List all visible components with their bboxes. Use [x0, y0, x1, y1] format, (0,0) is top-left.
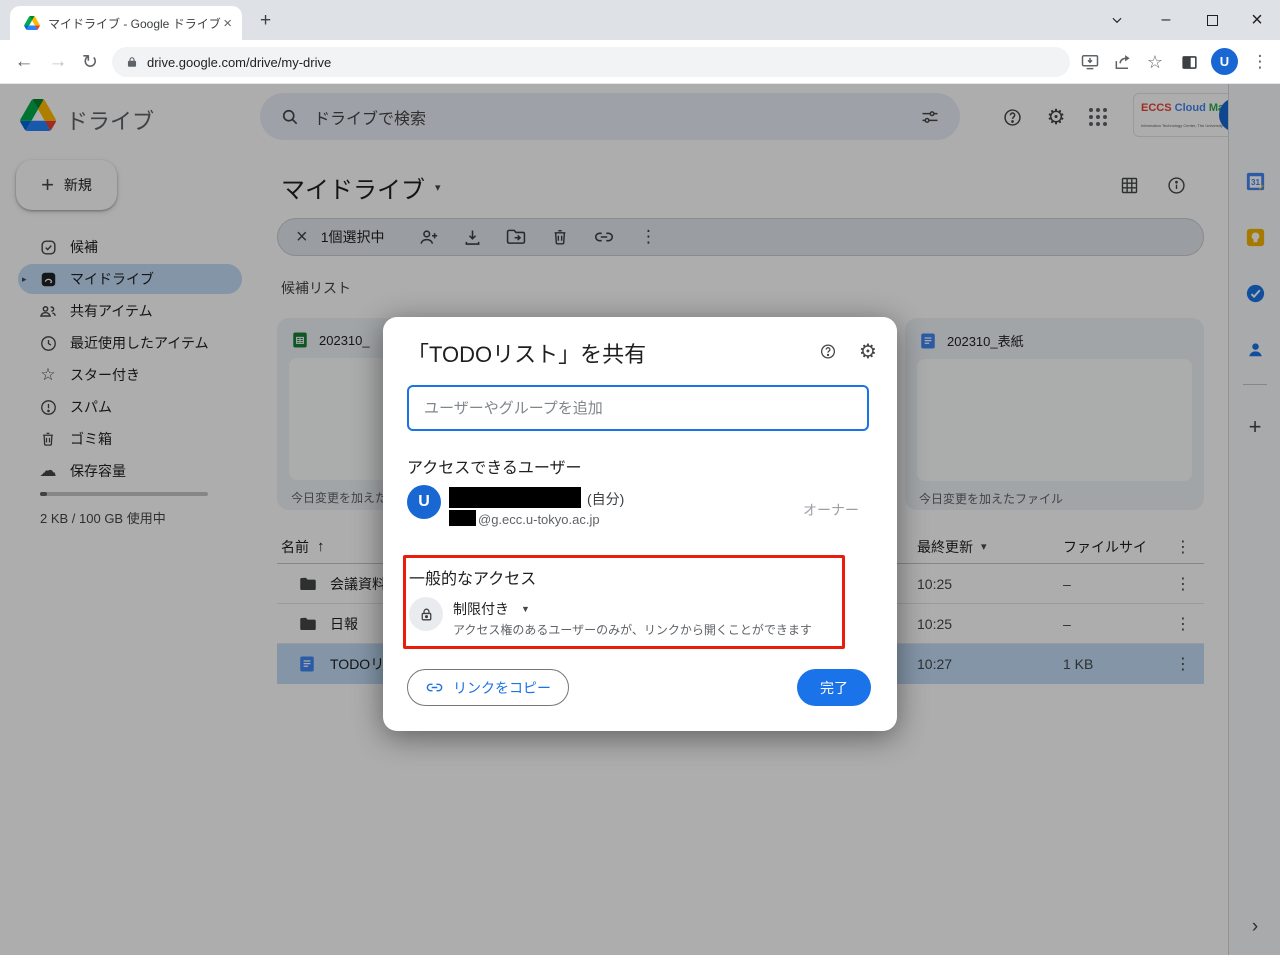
- reload-button[interactable]: ↻: [74, 40, 106, 84]
- address-bar[interactable]: drive.google.com/drive/my-drive: [112, 47, 1070, 77]
- browser-menu-icon[interactable]: ⋮: [1244, 40, 1276, 84]
- share-icon[interactable]: [1107, 40, 1139, 84]
- tab-close-icon[interactable]: ×: [223, 15, 232, 32]
- share-settings-gear-icon[interactable]: ⚙: [859, 342, 877, 360]
- owner-avatar: U: [407, 485, 441, 519]
- forward-button: →: [42, 40, 74, 84]
- share-dialog-title: 「TODOリスト」を共有: [407, 337, 646, 369]
- bookmark-star-icon[interactable]: ☆: [1139, 40, 1171, 84]
- back-button[interactable]: ←: [8, 40, 40, 84]
- copy-link-button[interactable]: リンクをコピー: [407, 669, 569, 706]
- browser-tab[interactable]: マイドライブ - Google ドライブ ×: [10, 6, 242, 40]
- browser-toolbar: ← → ↻ drive.google.com/drive/my-drive ☆ …: [0, 40, 1280, 84]
- site-lock-icon: [126, 55, 138, 69]
- window-minimize-button[interactable]: –: [1149, 0, 1183, 40]
- add-people-input[interactable]: [407, 385, 869, 431]
- url-text: drive.google.com/drive/my-drive: [147, 55, 331, 70]
- owner-self-label: (自分): [587, 489, 624, 509]
- share-dialog: 「TODOリスト」を共有 ⚙ アクセスできるユーザー U (自分) @g.ecc…: [383, 317, 897, 731]
- annotation-red-box: [403, 555, 845, 649]
- share-help-icon[interactable]: [819, 342, 837, 360]
- window-maximize-button[interactable]: [1195, 0, 1229, 40]
- tab-title: マイドライブ - Google ドライブ: [48, 15, 223, 32]
- owner-email: @g.ecc.u-tokyo.ac.jp: [478, 512, 600, 527]
- browser-profile-avatar[interactable]: U: [1211, 48, 1238, 75]
- drive-favicon: [24, 16, 40, 30]
- window-close-button[interactable]: ×: [1240, 0, 1274, 40]
- people-with-access-label: アクセスできるユーザー: [407, 454, 582, 478]
- browser-titlebar: マイドライブ - Google ドライブ × + – ×: [0, 0, 1280, 40]
- link-icon: [425, 678, 444, 697]
- redacted-email-prefix: [449, 510, 476, 526]
- done-button[interactable]: 完了: [797, 669, 871, 706]
- tab-search-icon[interactable]: [1100, 0, 1134, 40]
- owner-role: オーナー: [803, 500, 859, 520]
- new-tab-button[interactable]: +: [260, 10, 271, 32]
- save-page-icon[interactable]: [1074, 40, 1106, 84]
- redacted-owner-name: [449, 487, 581, 508]
- side-panel-icon[interactable]: [1173, 40, 1205, 84]
